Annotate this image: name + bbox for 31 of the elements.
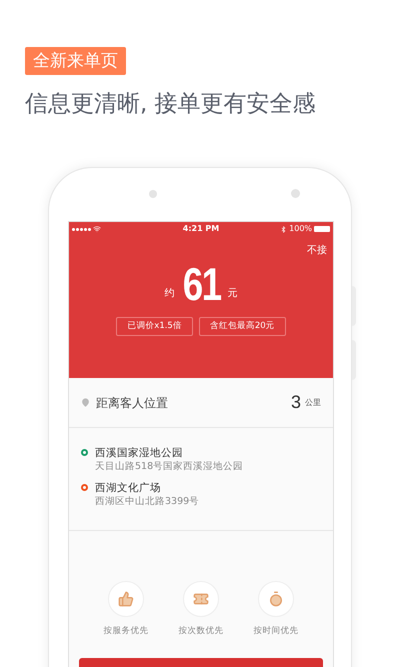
price-tag: 已调价x1.5倍 bbox=[116, 317, 193, 336]
priority-button[interactable] bbox=[183, 581, 219, 617]
priority-button[interactable] bbox=[258, 581, 294, 617]
address-detail: 西湖区中山北路3399号 bbox=[95, 495, 200, 508]
priority-label: 按服务优先 bbox=[104, 625, 148, 638]
distance-unit: 公里 bbox=[305, 396, 321, 408]
priority-button[interactable] bbox=[108, 581, 144, 617]
price-amount: 61 bbox=[183, 261, 221, 307]
address-name: 西湖文化广场 bbox=[95, 481, 162, 495]
address-detail: 天目山路518号国家西溪湿地公园 bbox=[95, 460, 244, 473]
skip-button[interactable]: 不接 bbox=[307, 245, 327, 257]
price-tag: 含红包最高20元 bbox=[198, 317, 286, 336]
bluetooth-icon bbox=[280, 226, 288, 232]
status-time: 4:21 PM bbox=[182, 223, 220, 235]
distance-label: 距离客人位置 bbox=[96, 394, 169, 412]
feature-badge: 全新来单页 bbox=[25, 47, 126, 75]
thumbs-up-icon bbox=[118, 591, 134, 607]
tagline: 信息更清晰, 接单更有安全感 bbox=[25, 90, 317, 119]
stopwatch-icon bbox=[268, 591, 284, 607]
priority-label: 按次数优先 bbox=[178, 625, 224, 638]
signal-icon bbox=[72, 228, 91, 230]
battery-percent: 100% bbox=[289, 223, 312, 235]
address-name: 西溪国家湿地公园 bbox=[95, 446, 184, 460]
ticket-icon bbox=[193, 591, 209, 607]
location-pin-icon bbox=[81, 398, 90, 407]
battery-icon bbox=[314, 226, 330, 232]
price-prefix: 约 bbox=[164, 287, 174, 301]
distance-value: 3 bbox=[290, 391, 301, 414]
priority-label: 按时间优先 bbox=[254, 625, 298, 638]
wifi-icon bbox=[93, 225, 101, 233]
price-unit: 元 bbox=[228, 287, 238, 301]
